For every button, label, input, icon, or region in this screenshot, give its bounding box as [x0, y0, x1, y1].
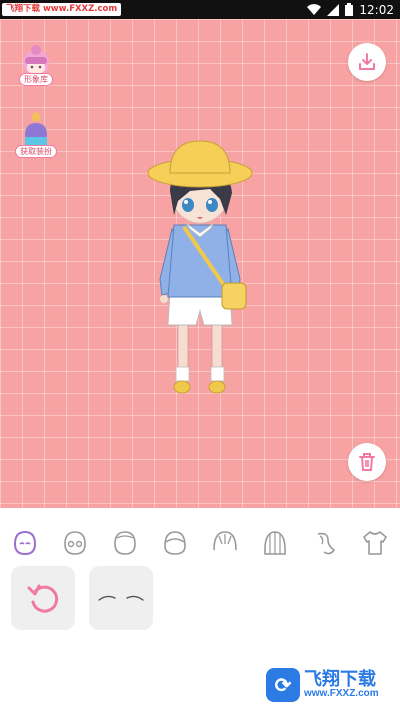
watermark-top: 飞翔下载 www.FXXZ.com — [2, 3, 122, 16]
reset-icon — [27, 584, 59, 613]
fxxz-logo-icon: ⟳ — [266, 668, 300, 702]
character-library-button[interactable]: 形象库 — [14, 41, 58, 86]
tab-face[interactable] — [7, 525, 43, 561]
tab-head[interactable] — [107, 525, 143, 561]
save-button[interactable] — [348, 43, 386, 81]
tshirt-icon — [363, 531, 387, 555]
tab-clothes[interactable] — [357, 525, 393, 561]
hair-back-icon — [264, 531, 286, 555]
tab-hair-front[interactable] — [157, 525, 193, 561]
tab-hair-back[interactable] — [257, 525, 293, 561]
trash-icon — [359, 453, 375, 471]
watermark-url: www.FXXZ.com — [304, 688, 379, 699]
tab-hair-side[interactable] — [207, 525, 243, 561]
watermark-title: 飞翔下载 — [304, 669, 376, 690]
get-outfits-button[interactable]: 获取装扮 — [14, 111, 58, 158]
watermark-bottom: ⟳ 飞翔下载 www.FXXZ.com — [266, 665, 394, 705]
option-grid — [11, 566, 153, 630]
head-shape-icon — [114, 531, 136, 555]
download-icon — [359, 53, 375, 70]
status-icons: 12:02 — [307, 0, 394, 19]
character-figure — [147, 140, 253, 394]
status-time: 12:02 — [359, 2, 394, 17]
dressup-canvas[interactable]: 形象库 获取装扮 — [0, 19, 400, 508]
category-tabs — [0, 518, 400, 568]
hair-front-icon — [164, 531, 186, 555]
battery-icon — [345, 3, 354, 16]
tab-accessory[interactable] — [307, 525, 343, 561]
status-bar: 飞翔下载 www.FXXZ.com 12:02 — [0, 0, 400, 19]
tab-eyes[interactable] — [57, 525, 93, 561]
eyes-icon — [64, 531, 86, 555]
wifi-icon — [307, 3, 322, 15]
reset-option[interactable] — [11, 566, 75, 630]
signal-icon — [327, 3, 340, 16]
character-library-label: 形象库 — [19, 73, 53, 86]
get-outfits-label: 获取装扮 — [15, 145, 57, 158]
hair-side-icon — [213, 531, 237, 551]
customization-panel: ⟳ 飞翔下载 www.FXXZ.com — [0, 508, 400, 711]
eyebrows-icon — [98, 595, 144, 601]
eyebrows-option[interactable] — [89, 566, 153, 630]
face-icon — [13, 530, 37, 556]
hair-accessory-icon — [317, 532, 336, 555]
delete-button[interactable] — [348, 443, 386, 481]
